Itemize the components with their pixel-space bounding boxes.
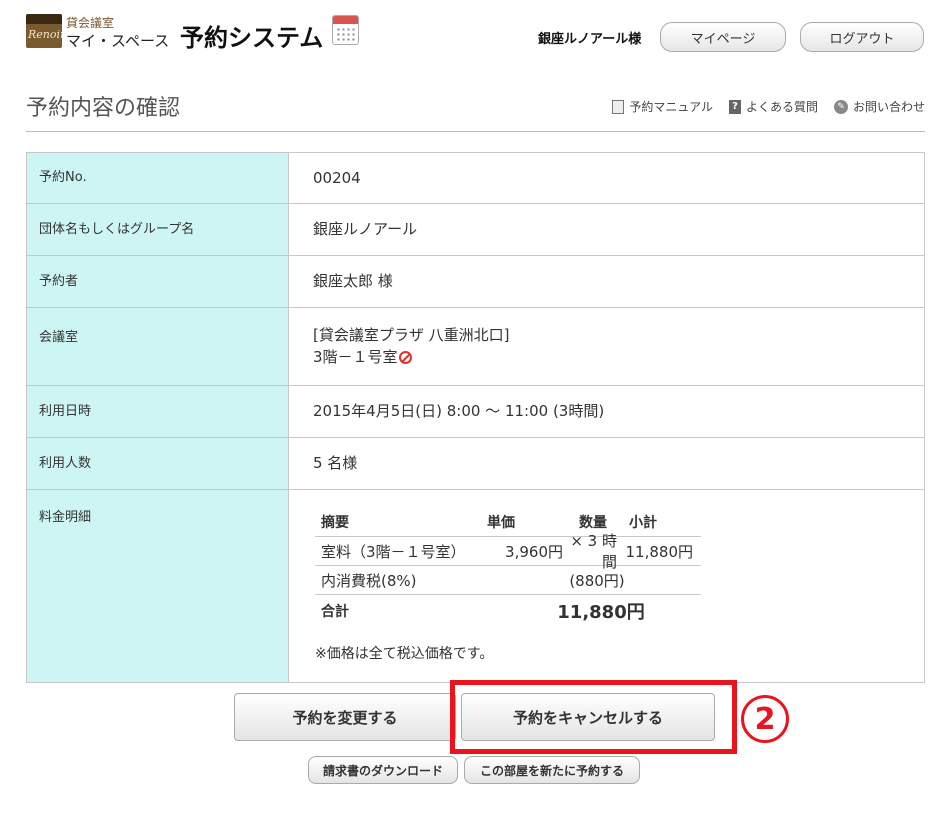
table-row: 会議室 [貸会議室プラザ 八重洲北口] 3階－１号室 <box>27 308 924 386</box>
user-name: 銀座ルノアール様 <box>538 32 642 47</box>
table-row: 予約者 銀座太郎 様 <box>27 256 924 308</box>
datetime-value: 2015年4月5日(日) 8:00 ～ 11:00 (3時間) <box>313 402 605 420</box>
system-title: 予約システム <box>180 24 324 52</box>
title-divider <box>26 131 925 132</box>
contact-icon: ✎ <box>833 99 848 114</box>
manual-link-label: 予約マニュアル <box>629 100 713 114</box>
header: Renoir 貸会議室 マイ・スペース 予約システム 銀座ルノアール様 マイペー… <box>0 0 949 70</box>
table-row: 予約No. 00204 <box>27 153 924 204</box>
contact-link-label: お問い合わせ <box>852 100 925 114</box>
manual-link[interactable]: 予約マニュアル <box>612 98 713 115</box>
faq-link[interactable]: ? よくある質問 <box>728 98 818 115</box>
fee-room-row: 室料（3階－１号室） 3,960円 × 3 時間 11,880円 <box>315 532 701 571</box>
fee-tax-row: 内消費税(8%) (880円) <box>315 566 701 595</box>
contact-link[interactable]: ✎ お問い合わせ <box>833 98 925 115</box>
group-name-value: 銀座ルノアール <box>313 220 418 238</box>
table-row: 団体名もしくはグループ名 銀座ルノアール <box>27 204 924 256</box>
room-number-line: 3階－１号室 <box>313 346 924 368</box>
tax-note: ※価格は全て税込価格です。 <box>315 646 494 662</box>
fee-room-summary: 室料（3階－１号室） <box>321 542 466 561</box>
cancel-reservation-button[interactable]: 予約をキャンセルする <box>461 693 715 741</box>
fee-detail: 摘要 単価 数量 小計 室料（3階－１号室） 3,960円 × 3 時間 11,… <box>289 490 924 682</box>
calendar-icon <box>332 15 359 45</box>
room-value: [貸会議室プラザ 八重洲北口] 3階－１号室 <box>289 308 924 385</box>
table-row: 利用人数 5 名様 <box>27 438 924 490</box>
logo: Renoir <box>26 14 62 48</box>
fee-header-unit-price: 単価 <box>487 515 515 531</box>
invoice-download-button[interactable]: 請求書のダウンロード <box>308 756 458 784</box>
help-links: 予約マニュアル ? よくある質問 ✎ お問い合わせ <box>612 98 925 115</box>
datetime-label: 利用日時 <box>27 386 289 437</box>
fee-tax-summary: 内消費税(8%) <box>321 571 417 590</box>
room-label: 会議室 <box>27 308 289 385</box>
fee-header-subtotal: 小計 <box>629 515 657 531</box>
fee-total-row: 合計 11,880円 <box>315 595 701 627</box>
fee-header-summary: 摘要 <box>321 515 349 531</box>
page-title: 予約内容の確認 <box>26 96 181 121</box>
reservation-table: 予約No. 00204 団体名もしくはグループ名 銀座ルノアール 予約者 銀座太… <box>26 152 925 683</box>
brand-name: マイ・スペース <box>66 32 170 50</box>
manual-icon <box>612 99 625 114</box>
fee-tax-value: (880円) <box>569 571 625 590</box>
faq-icon: ? <box>728 99 741 114</box>
fee-header-row: 摘要 単価 数量 小計 <box>315 508 701 537</box>
room-number: 3階－１号室 <box>313 348 398 366</box>
reservation-no-label: 予約No. <box>27 153 289 203</box>
fee-total-summary: 合計 <box>321 604 349 620</box>
group-name-label: 団体名もしくはグループ名 <box>27 204 289 255</box>
fee-total-value: 11,880円 <box>557 602 645 623</box>
logout-button[interactable]: ログアウト <box>800 22 924 52</box>
fee-label: 料金明細 <box>27 490 289 682</box>
fee-room-subtotal: 11,880円 <box>625 542 694 561</box>
fee-room-quantity: × 3 時間 <box>570 532 617 571</box>
table-row: 利用日時 2015年4月5日(日) 8:00 ～ 11:00 (3時間) <box>27 386 924 438</box>
fee-table: 摘要 単価 数量 小計 室料（3階－１号室） 3,960円 × 3 時間 11,… <box>315 508 701 627</box>
room-venue: [貸会議室プラザ 八重洲北口] <box>313 326 510 344</box>
no-smoking-icon <box>398 351 412 364</box>
reservation-no-value: 00204 <box>313 169 361 187</box>
people-value: 5 名様 <box>313 454 358 472</box>
faq-link-label: よくある質問 <box>745 100 818 114</box>
step-marker: 2 <box>741 695 789 743</box>
logo-text: Renoir <box>28 28 62 41</box>
rebook-room-button[interactable]: この部屋を新たに予約する <box>464 756 640 784</box>
people-label: 利用人数 <box>27 438 289 489</box>
fee-room-unit-price: 3,960円 <box>505 542 563 561</box>
booker-label: 予約者 <box>27 256 289 307</box>
brand-subtitle: 貸会議室 <box>66 16 115 30</box>
mypage-button[interactable]: マイページ <box>660 22 786 52</box>
booker-value: 銀座太郎 様 <box>313 272 393 290</box>
change-reservation-button[interactable]: 予約を変更する <box>234 693 456 741</box>
fee-header-quantity: 数量 <box>579 515 607 531</box>
table-row: 料金明細 摘要 単価 数量 小計 室料（3階－１号室） 3,960円 × 3 時… <box>27 490 924 682</box>
